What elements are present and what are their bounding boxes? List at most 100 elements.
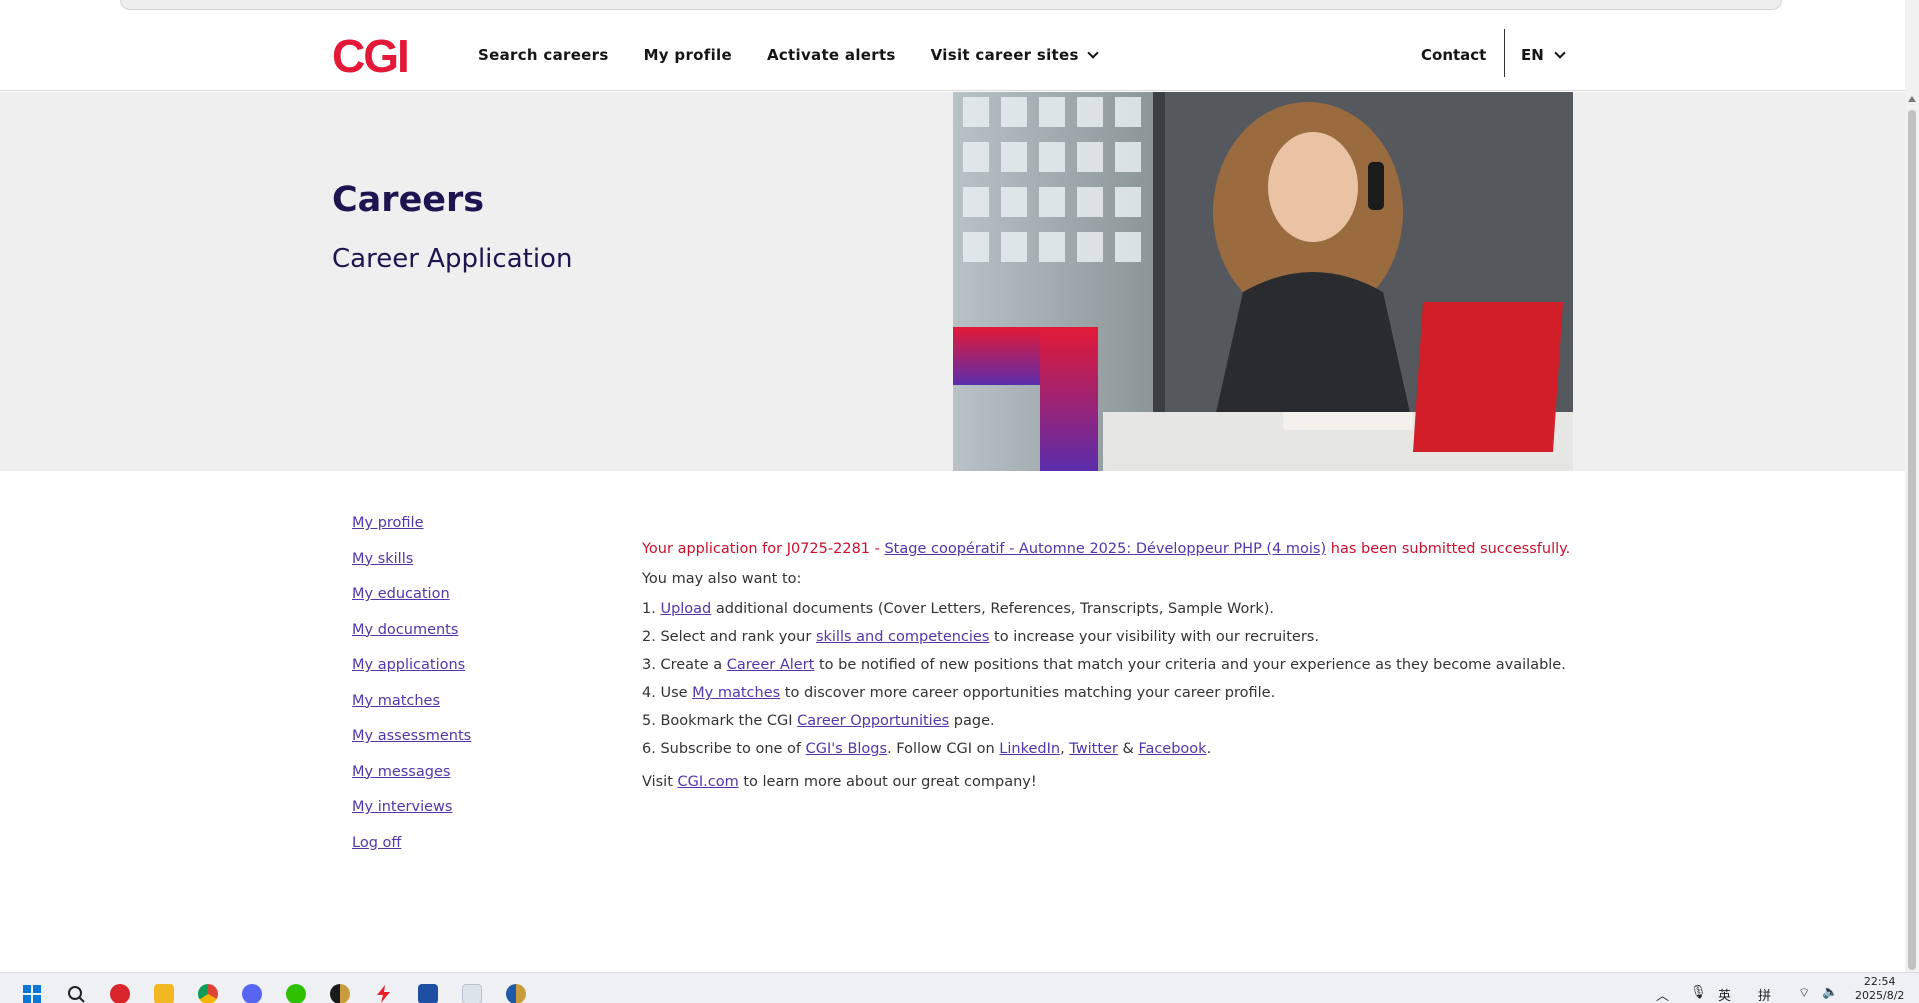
volume-icon[interactable]: 🔈 bbox=[1822, 985, 1838, 1000]
success-prefix: Your application for J0725-2281 - bbox=[642, 541, 885, 557]
upload-link[interactable]: Upload bbox=[660, 601, 711, 617]
app-red-icon[interactable] bbox=[110, 984, 130, 1003]
nav-search-careers[interactable]: Search careers bbox=[478, 46, 609, 64]
success-message: Your application for J0725-2281 - Stage … bbox=[642, 541, 1570, 557]
sidebar-link-my-assessments[interactable]: My assessments bbox=[352, 728, 471, 764]
tray-chevron-up-icon[interactable]: ︿ bbox=[1656, 985, 1669, 1003]
job-posting-link[interactable]: Stage coopératif - Automne 2025: Dévelop… bbox=[884, 541, 1326, 557]
main-nav: Search careers My profile Activate alert… bbox=[478, 46, 1099, 64]
list-item: 1. Upload additional documents (Cover Le… bbox=[642, 601, 1542, 629]
clock-time: 22:54 bbox=[1863, 975, 1896, 988]
search-icon[interactable] bbox=[66, 984, 86, 1003]
sidebar-link-my-matches[interactable]: My matches bbox=[352, 693, 471, 729]
page-title: Careers bbox=[332, 180, 485, 220]
language-label: EN bbox=[1521, 46, 1544, 64]
step-number: 5. bbox=[642, 713, 661, 729]
step-number: 1. bbox=[642, 601, 661, 617]
chevron-down-icon bbox=[1554, 47, 1566, 59]
sidebar-link-my-profile[interactable]: My profile bbox=[352, 515, 471, 551]
step-text: page. bbox=[949, 713, 995, 729]
step-text: to be notified of new positions that mat… bbox=[814, 657, 1566, 673]
sidebar-link-my-messages[interactable]: My messages bbox=[352, 764, 471, 800]
list-item: 2. Select and rank your skills and compe… bbox=[642, 629, 1542, 657]
system-clock[interactable]: 22:54 2025/8/2 bbox=[1855, 975, 1904, 1003]
list-item: 3. Create a Career Alert to be notified … bbox=[642, 657, 1566, 685]
page-subtitle: Career Application bbox=[332, 244, 573, 274]
cgi-blogs-link[interactable]: CGI's Blogs bbox=[806, 741, 887, 757]
clock-date: 2025/8/2 bbox=[1855, 989, 1905, 1002]
hero-banner: Careers Career Application bbox=[0, 92, 1905, 471]
step-text: Subscribe to one of bbox=[660, 741, 806, 757]
ime-english-indicator[interactable]: 英 bbox=[1718, 985, 1731, 1003]
ime-pinyin-indicator[interactable]: 拼 bbox=[1758, 985, 1771, 1003]
microphone-icon[interactable]: 🎙 bbox=[1690, 985, 1707, 1000]
chrome-icon[interactable] bbox=[198, 984, 218, 1003]
linkedin-link[interactable]: LinkedIn bbox=[999, 741, 1060, 757]
wifi-icon[interactable]: ⌔ bbox=[1798, 985, 1810, 1001]
cgi-com-link[interactable]: CGI.com bbox=[678, 774, 739, 790]
wechat-icon[interactable] bbox=[286, 984, 306, 1003]
visit-cgi-text: Visit CGI.com to learn more about our gr… bbox=[642, 774, 1542, 790]
step-text: Create a bbox=[660, 657, 727, 673]
step-text: additional documents (Cover Letters, Ref… bbox=[711, 601, 1275, 617]
nav-activate-alerts[interactable]: Activate alerts bbox=[767, 46, 896, 64]
windows-taskbar: ︿ 🎙 英 拼 ⌔ 🔈 22:54 2025/8/2 bbox=[0, 972, 1919, 1003]
step-text: . Follow CGI on bbox=[887, 741, 1000, 757]
file-explorer-icon[interactable] bbox=[154, 984, 174, 1003]
separator: . bbox=[1206, 741, 1212, 757]
intro-text: You may also want to: bbox=[642, 571, 802, 587]
step-text: Use bbox=[660, 685, 693, 701]
game-launcher-icon[interactable] bbox=[330, 984, 350, 1003]
separator: & bbox=[1117, 741, 1139, 757]
profile-sidebar: My profile My skills My education My doc… bbox=[352, 515, 471, 870]
step-number: 6. bbox=[642, 741, 661, 757]
career-alert-link[interactable]: Career Alert bbox=[727, 657, 815, 673]
snipping-tool-icon[interactable] bbox=[462, 984, 482, 1003]
sidebar-link-my-education[interactable]: My education bbox=[352, 586, 471, 622]
site-header: CGI Search careers My profile Activate a… bbox=[0, 16, 1905, 91]
lightning-icon bbox=[377, 985, 390, 1003]
step-number: 2. bbox=[642, 629, 661, 645]
sidebar-link-log-off[interactable]: Log off bbox=[352, 835, 471, 871]
success-suffix: has been submitted successfully. bbox=[1326, 541, 1571, 557]
sidebar-link-my-skills[interactable]: My skills bbox=[352, 551, 471, 587]
visit-prefix: Visit bbox=[642, 774, 678, 790]
cgi-logo[interactable]: CGI bbox=[332, 33, 410, 79]
nav-visit-career-sites[interactable]: Visit career sites bbox=[930, 46, 1099, 64]
nav-label: Search careers bbox=[478, 46, 609, 64]
application-confirmation: Your application for J0725-2281 - Stage … bbox=[642, 541, 1570, 790]
step-number: 4. bbox=[642, 685, 661, 701]
sidebar-link-my-interviews[interactable]: My interviews bbox=[352, 799, 471, 835]
discord-icon[interactable] bbox=[242, 984, 262, 1003]
chevron-down-icon bbox=[1087, 47, 1099, 59]
nav-label: Activate alerts bbox=[766, 46, 896, 64]
browser-top-strip bbox=[0, 0, 1919, 16]
list-item: 6. Subscribe to one of CGI's Blogs. Foll… bbox=[642, 741, 1542, 769]
app-p-icon[interactable] bbox=[418, 984, 438, 1003]
facebook-link[interactable]: Facebook bbox=[1138, 741, 1206, 757]
lightning-app-icon[interactable] bbox=[374, 984, 394, 1003]
sidebar-link-my-applications[interactable]: My applications bbox=[352, 657, 471, 693]
separator: , bbox=[1060, 741, 1070, 757]
my-matches-link[interactable]: My matches bbox=[692, 685, 780, 701]
step-number: 3. bbox=[642, 657, 661, 673]
header-divider bbox=[1504, 29, 1505, 77]
page-scrollbar[interactable] bbox=[1905, 0, 1919, 972]
language-selector[interactable]: EN bbox=[1521, 46, 1566, 64]
nav-label: Visit career sites bbox=[930, 46, 1079, 64]
hero-photo-woman-on-phone bbox=[953, 92, 1573, 471]
step-text: Select and rank your bbox=[660, 629, 816, 645]
scroll-up-arrow-icon[interactable] bbox=[1908, 96, 1916, 102]
scroll-thumb[interactable] bbox=[1908, 110, 1916, 970]
game-client-icon[interactable] bbox=[506, 984, 526, 1003]
nav-contact[interactable]: Contact bbox=[1421, 46, 1486, 64]
sidebar-link-my-documents[interactable]: My documents bbox=[352, 622, 471, 658]
skills-competencies-link[interactable]: skills and competencies bbox=[816, 629, 989, 645]
twitter-link[interactable]: Twitter bbox=[1069, 741, 1118, 757]
career-opportunities-link[interactable]: Career Opportunities bbox=[797, 713, 949, 729]
list-item: 4. Use My matches to discover more caree… bbox=[642, 685, 1542, 713]
address-bar[interactable] bbox=[120, 0, 1782, 10]
step-text: to discover more career opportunities ma… bbox=[780, 685, 1276, 701]
nav-my-profile[interactable]: My profile bbox=[644, 46, 732, 64]
windows-start-icon[interactable] bbox=[22, 984, 42, 1003]
